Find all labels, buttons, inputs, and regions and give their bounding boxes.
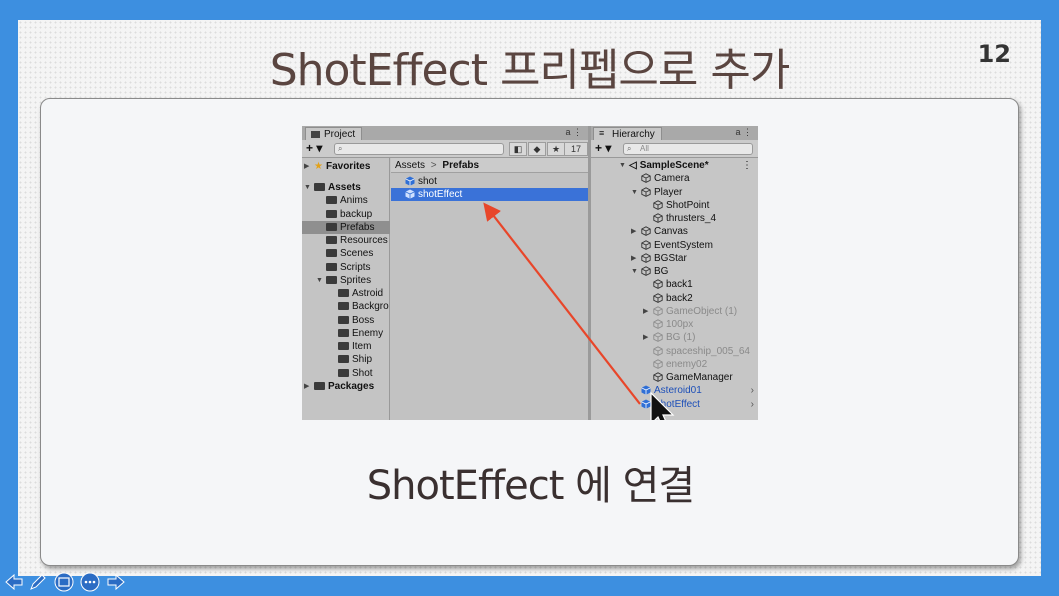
content-card: Project a ⋮ + ▾ ⌕ ◧ ◆ ★ 17 ▶ ★ Favorites…	[40, 98, 1019, 566]
unity-editor-screenshot: Project a ⋮ + ▾ ⌕ ◧ ◆ ★ 17 ▶ ★ Favorites…	[302, 126, 758, 420]
page-number: 12	[977, 40, 1011, 68]
arrow-right-icon[interactable]	[106, 572, 126, 592]
more-icon[interactable]	[80, 572, 100, 592]
slide: ShotEffect 프리펩으로 추가 12 Project a ⋮ + ▾ ⌕	[18, 20, 1041, 576]
annotation-arrow	[483, 202, 675, 420]
slides-icon[interactable]	[54, 572, 74, 592]
arrow-left-icon[interactable]	[4, 572, 24, 592]
slide-title: ShotEffect 프리펩으로 추가	[269, 45, 791, 96]
pen-icon[interactable]	[28, 572, 48, 592]
slide-caption: ShotEffect 에 연결	[366, 463, 695, 509]
